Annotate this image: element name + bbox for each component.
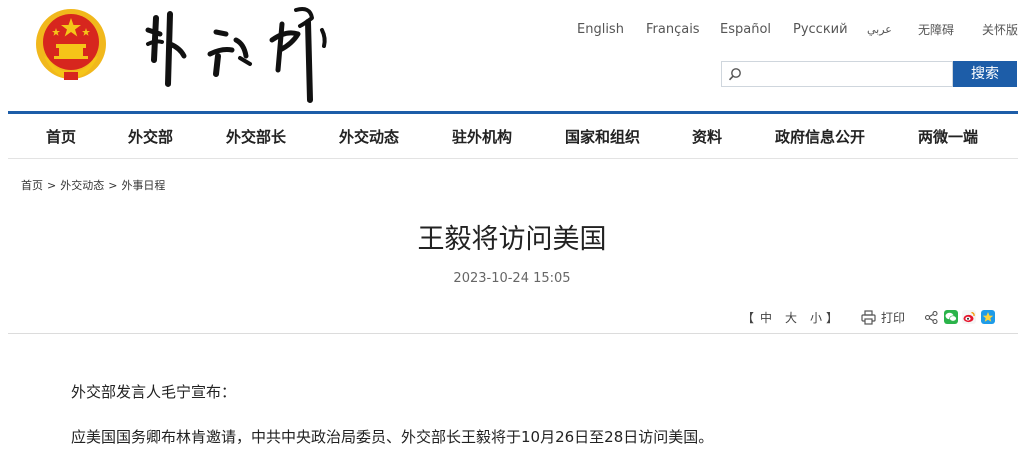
search-input[interactable]	[748, 64, 948, 84]
font-size-bracket-close: 】	[826, 311, 839, 325]
article-head-divider	[8, 333, 1018, 334]
search-box	[721, 61, 953, 87]
nav-bottom-divider	[8, 158, 1018, 159]
font-size-small-button[interactable]: 小	[810, 309, 822, 326]
lang-spanish-link[interactable]: Español	[720, 20, 771, 40]
print-button[interactable]: 打印	[881, 309, 905, 326]
font-size-bracket-open: 【	[742, 311, 755, 325]
breadcrumb-diplomatic-news[interactable]: 外交动态	[60, 179, 104, 192]
nav-item-ministry[interactable]: 外交部	[128, 126, 173, 147]
search-button[interactable]: 搜索	[953, 61, 1017, 87]
font-size-large-button[interactable]: 中	[760, 309, 772, 326]
nav-item-minister[interactable]: 外交部长	[226, 126, 286, 147]
lang-english-link[interactable]: English	[577, 20, 624, 40]
search-icon	[728, 68, 741, 81]
national-emblem-icon[interactable]	[34, 6, 108, 84]
lang-russian-link[interactable]: Русский	[793, 20, 848, 40]
wechat-share-icon[interactable]	[944, 310, 958, 324]
qzone-share-icon[interactable]	[981, 310, 995, 324]
breadcrumb-foreign-affairs-schedule[interactable]: 外事日程	[121, 179, 165, 192]
weibo-share-icon[interactable]	[962, 310, 976, 324]
nav-item-missions-overseas[interactable]: 驻外机构	[452, 126, 512, 147]
mofa-calligraphy-logo[interactable]	[140, 4, 340, 106]
article-paragraph: 应美国国务卿布林肯邀请，中共中央政治局委员、外交部长王毅将于10月26日至28日…	[71, 428, 714, 446]
elderly-care-version-link[interactable]: 关怀版	[982, 20, 1018, 40]
article-paragraph: 外交部发言人毛宁宣布：	[71, 383, 237, 401]
site-header: English Français Español Русский عربي 无障…	[0, 0, 1024, 112]
printer-icon[interactable]	[861, 310, 876, 325]
nav-item-government-info[interactable]: 政府信息公开	[775, 126, 865, 147]
lang-french-link[interactable]: Français	[646, 20, 700, 40]
share-icon[interactable]	[925, 311, 938, 324]
font-size-medium-button[interactable]: 大	[785, 309, 797, 326]
lang-arabic-link[interactable]: عربي	[867, 20, 892, 40]
nav-item-social-media[interactable]: 两微一端	[918, 126, 978, 147]
nav-item-resources[interactable]: 资料	[692, 126, 722, 147]
breadcrumb-separator: >	[108, 179, 118, 192]
article-title: 王毅将访问美国	[417, 224, 607, 255]
article-datetime: 2023-10-24 15:05	[453, 271, 571, 286]
nav-item-countries-organizations[interactable]: 国家和组织	[565, 126, 640, 147]
article-tools: 【 中 大 小 】 打印	[0, 309, 1024, 327]
nav-item-diplomatic-news[interactable]: 外交动态	[339, 126, 399, 147]
breadcrumb: 首页 > 外交动态 > 外事日程	[21, 177, 165, 193]
main-nav: 首页 外交部 外交部长 外交动态 驻外机构 国家和组织 资料 政府信息公开 两微…	[8, 114, 1018, 158]
breadcrumb-separator: >	[47, 179, 57, 192]
nav-item-home[interactable]: 首页	[46, 126, 76, 147]
accessibility-link[interactable]: 无障碍	[918, 20, 954, 40]
breadcrumb-home[interactable]: 首页	[21, 179, 43, 192]
